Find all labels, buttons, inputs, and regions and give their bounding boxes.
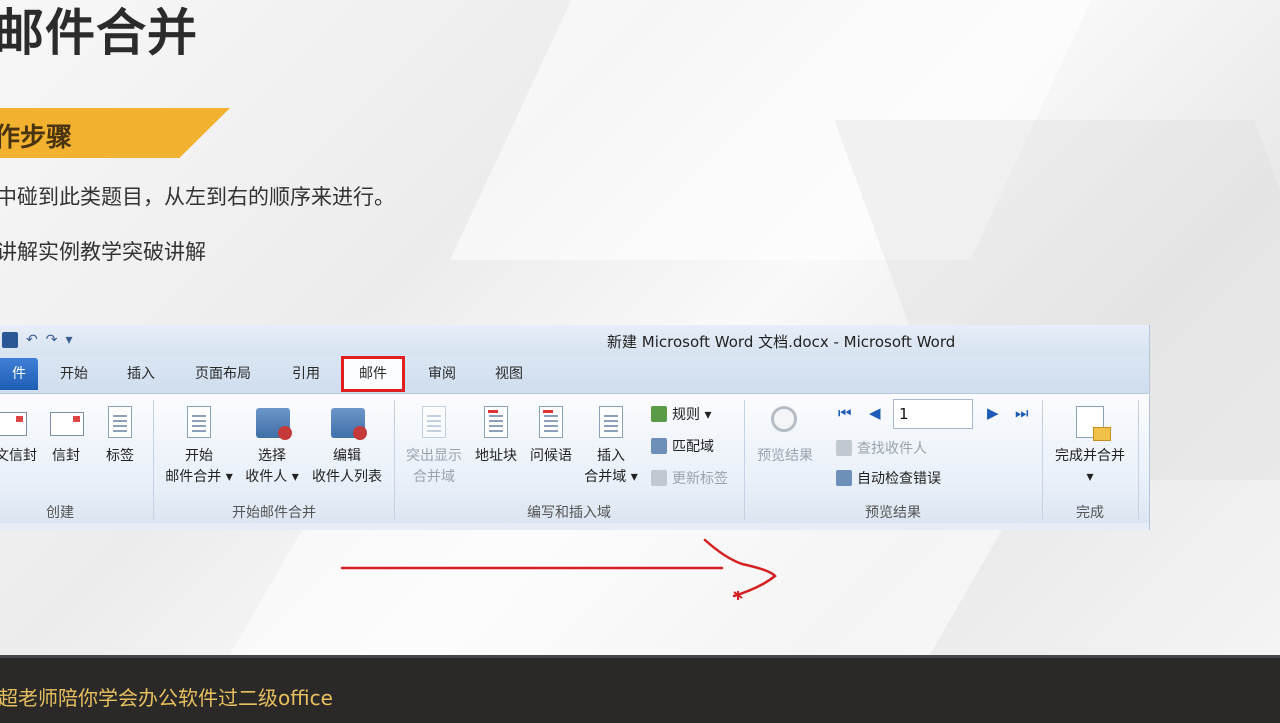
previous-record-icon[interactable]: ◀ xyxy=(869,404,881,422)
edit-recipient-list-button[interactable]: 编辑 收件人列表 xyxy=(306,406,388,488)
word-window-screenshot: ↶ ↷ ▾ 新建 Microsoft Word 文档.docx - Micros… xyxy=(0,325,1150,530)
tab-view[interactable]: 视图 xyxy=(495,363,523,383)
tab-home[interactable]: 开始 xyxy=(60,363,88,383)
envelope-icon xyxy=(50,412,84,436)
tab-review[interactable]: 审阅 xyxy=(428,363,456,383)
labels-icon xyxy=(108,406,132,438)
group-label-start-mail-merge: 开始邮件合并 xyxy=(232,505,316,521)
group-label-write-insert-fields: 编写和插入域 xyxy=(527,505,611,521)
last-record-icon[interactable]: ⏭ xyxy=(1015,404,1029,422)
next-record-icon[interactable]: ▶ xyxy=(987,404,999,422)
red-arrow-annotation xyxy=(340,538,777,600)
finish-merge-icon xyxy=(1076,406,1111,441)
finish-and-merge-button[interactable]: 完成并合并 ▾ xyxy=(1048,406,1132,488)
group-separator xyxy=(153,400,154,520)
mail-merge-icon xyxy=(187,406,211,438)
save-icon[interactable] xyxy=(2,332,18,348)
rules-icon xyxy=(651,406,667,422)
insert-field-icon xyxy=(599,406,623,438)
match-fields-icon xyxy=(651,438,667,454)
select-recipients-button[interactable]: 选择 收件人 ▾ xyxy=(240,406,304,488)
update-labels-icon xyxy=(651,470,667,486)
tab-mailings[interactable]: 邮件 xyxy=(341,356,405,392)
document-area-edge xyxy=(0,523,1149,530)
slide-title: 邮件合并 xyxy=(0,4,198,62)
ribbon-tabs: 件 开始 插入 页面布局 引用 邮件 审阅 视图 xyxy=(0,355,1149,393)
find-recipient-button[interactable]: 查找收件人 xyxy=(836,438,927,458)
group-label-preview-results: 预览结果 xyxy=(865,505,921,521)
chinese-envelope-button[interactable]: 中文信封 xyxy=(0,406,40,467)
footer-bar: 超老师陪你学会办公软件过二级office xyxy=(0,655,1280,723)
highlight-fields-icon xyxy=(422,406,446,438)
envelope-icon xyxy=(0,412,27,436)
tab-insert[interactable]: 插入 xyxy=(127,363,155,383)
tab-page-layout[interactable]: 页面布局 xyxy=(195,363,251,383)
labels-button[interactable]: 标签 xyxy=(100,406,140,467)
window-title: 新建 Microsoft Word 文档.docx - Microsoft Wo… xyxy=(607,333,956,351)
insert-merge-field-button[interactable]: 插入 合并域 ▾ xyxy=(580,406,642,488)
address-block-icon xyxy=(484,406,508,438)
greeting-line-icon xyxy=(539,406,563,438)
edit-recipients-icon xyxy=(331,408,367,440)
group-separator xyxy=(1138,400,1139,520)
start-mail-merge-button[interactable]: 开始 邮件合并 ▾ xyxy=(160,406,238,488)
preview-results-button[interactable]: 预览结果 xyxy=(750,406,820,467)
quick-access-toolbar: ↶ ↷ ▾ xyxy=(0,330,73,350)
record-number-input[interactable]: 1 xyxy=(893,399,973,429)
group-label-finish: 完成 xyxy=(1076,505,1104,521)
preview-magnifier-icon xyxy=(771,406,797,432)
tab-file[interactable]: 件 xyxy=(0,358,38,390)
recipients-icon xyxy=(256,408,292,440)
undo-icon[interactable]: ↶ xyxy=(26,332,38,348)
first-record-icon[interactable]: ⏮ xyxy=(838,404,852,422)
match-fields-button[interactable]: 匹配域 xyxy=(651,436,714,456)
footer-caption: 超老师陪你学会办公软件过二级office xyxy=(0,686,333,710)
auto-check-errors-button[interactable]: 自动检查错误 xyxy=(836,468,941,488)
address-block-button[interactable]: 地址块 xyxy=(471,406,521,467)
tab-references[interactable]: 引用 xyxy=(292,363,320,383)
rules-button[interactable]: 规则 ▾ xyxy=(651,404,711,424)
section-banner-label: 作步骤 xyxy=(0,123,73,153)
check-errors-icon xyxy=(836,470,852,486)
greeting-line-button[interactable]: 问候语 xyxy=(525,406,577,467)
body-text-line: 讲解实例教学突破讲解 xyxy=(0,240,206,264)
ribbon-mailings: 中文信封 信封 标签 创建 开始 邮件合并 ▾ 选择 收件人 ▾ 编辑 收件人列… xyxy=(0,393,1149,524)
highlight-merge-fields-button[interactable]: 突出显示 合并域 xyxy=(401,406,467,488)
find-recipient-icon xyxy=(836,440,852,456)
redo-icon[interactable]: ↷ xyxy=(46,332,58,348)
body-text-line: 中碰到此类题目，从左到右的顺序来进行。 xyxy=(0,185,395,209)
word-titlebar: ↶ ↷ ▾ 新建 Microsoft Word 文档.docx - Micros… xyxy=(0,325,1149,355)
customize-toolbar-icon[interactable]: ▾ xyxy=(65,332,72,348)
update-labels-button[interactable]: 更新标签 xyxy=(651,468,728,488)
envelopes-button[interactable]: 信封 xyxy=(46,406,86,467)
group-label-create: 创建 xyxy=(46,505,74,521)
